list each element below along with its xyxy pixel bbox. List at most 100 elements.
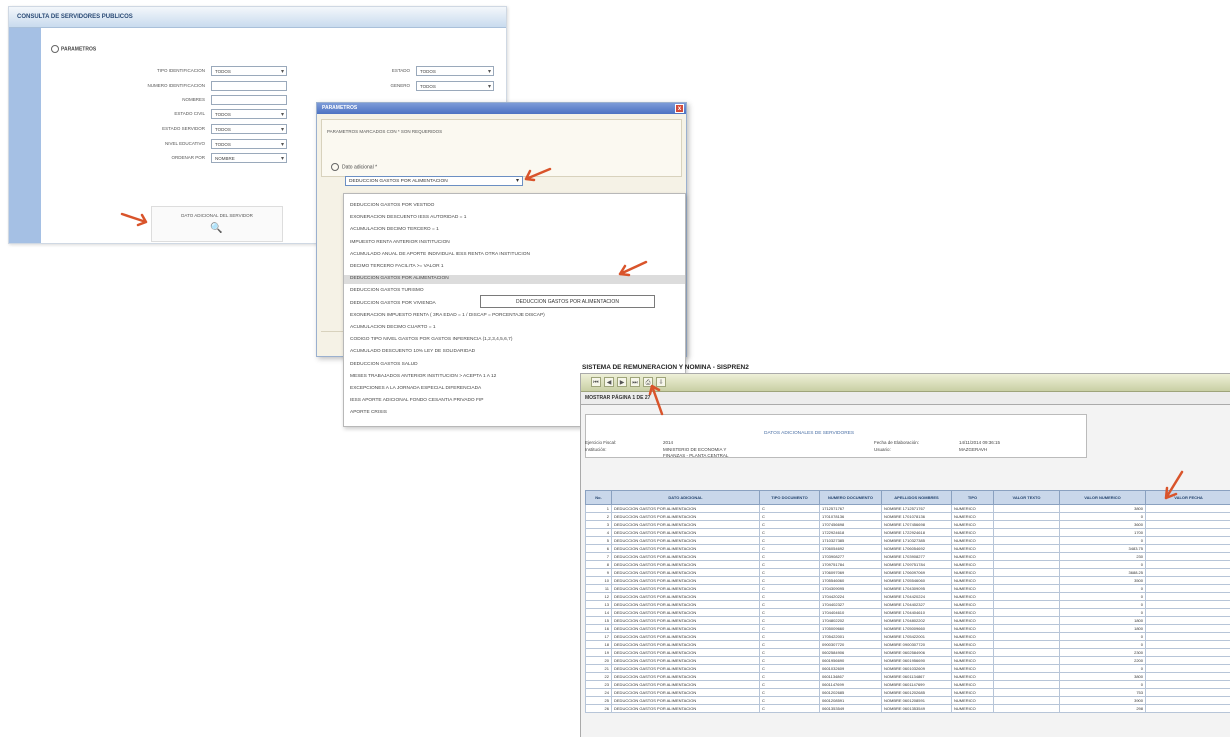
table-cell: C — [760, 601, 820, 609]
field-select[interactable]: TODOS — [211, 109, 287, 119]
dropdown-option[interactable]: EXONERACION DESCUENTO IESS AUTORIDAD = 1 — [350, 214, 466, 222]
table-cell — [1146, 521, 1230, 529]
dropdown-option[interactable]: DEDUCCION GASTOS SALUD — [350, 361, 418, 369]
table-row: 16DEDUCCION GASTOS POR ALIMENTACIONC1705… — [586, 625, 1230, 633]
table-cell: NOMBRE 1704420224 — [882, 593, 952, 601]
page-label: MOSTRAR PÁGINA — [585, 395, 631, 401]
field-input[interactable] — [211, 95, 287, 105]
table-cell: 3483.75 — [1060, 545, 1146, 553]
dropdown-option[interactable]: DEDUCCION GASTOS POR VESTIDO — [350, 202, 434, 210]
page-current[interactable]: 1 — [632, 395, 635, 401]
field-select[interactable]: NOMBRE — [211, 153, 287, 163]
table-cell: 1700 — [1060, 529, 1146, 537]
table-cell: 0602584906 — [820, 649, 882, 657]
dropdown-option[interactable]: EXCEPCIONES A LA JORNADA ESPECIAL DIFERE… — [350, 385, 481, 393]
table-cell — [1146, 593, 1230, 601]
table-cell: DEDUCCION GASTOS POR ALIMENTACION — [612, 529, 760, 537]
dropdown-option[interactable]: ACUMULADO DESCUENTO 10% LEY DE SOLIDARID… — [350, 348, 475, 356]
dropdown-option[interactable]: DECIMO TERCERO FACILITA >= VALOR 1 — [350, 263, 444, 271]
table-cell — [994, 633, 1060, 641]
table-row: 20DEDUCCION GASTOS POR ALIMENTACIONC0601… — [586, 657, 1230, 665]
table-cell — [994, 521, 1060, 529]
table-cell: DEDUCCION GASTOS POR ALIMENTACION — [612, 657, 760, 665]
table-cell — [994, 545, 1060, 553]
collapse-icon[interactable] — [331, 163, 339, 171]
dropdown-option[interactable]: ACUMULACION DECIMO CUARTO = 1 — [350, 324, 436, 332]
table-cell: DEDUCCION GASTOS POR ALIMENTACION — [612, 593, 760, 601]
table-row: 23DEDUCCION GASTOS POR ALIMENTACIONC0601… — [586, 681, 1230, 689]
last-page-icon[interactable]: ⏭ — [630, 377, 640, 387]
table-cell: 19 — [586, 649, 612, 657]
dropdown-option[interactable]: EXONERACION IMPUESTO RENTA ( 3RA EDAD = … — [350, 312, 545, 320]
table-row: 1DEDUCCION GASTOS POR ALIMENTACIONC17125… — [586, 505, 1230, 513]
field-label: ORDENAR POR — [171, 152, 205, 164]
field-select[interactable]: TODOS — [416, 81, 494, 91]
close-icon[interactable]: x — [675, 104, 684, 113]
dropdown-option[interactable]: CODIGO TIPO NIVEL GASTOS POR GASTOS INFE… — [350, 336, 512, 344]
first-page-icon[interactable]: ⏮ — [591, 377, 601, 387]
table-cell: C — [760, 609, 820, 617]
search-icon[interactable]: 🔍 — [210, 223, 222, 234]
column-header: VALOR NUMERICO — [1060, 491, 1146, 505]
table-cell — [994, 577, 1060, 585]
table-cell — [1146, 697, 1230, 705]
field-select[interactable]: TODOS — [211, 139, 287, 149]
table-cell: 1705546060 — [820, 577, 882, 585]
dato-adicional-select[interactable]: DEDUCCION GASTOS POR ALIMENTACION — [345, 176, 523, 186]
dato-adicional-box[interactable]: DATO ADICIONAL DEL SERVIDOR 🔍 — [151, 206, 283, 242]
field-select[interactable]: TODOS — [416, 66, 494, 76]
table-cell: NUMERICO — [952, 673, 994, 681]
table-cell: NOMBRE 1705009660 — [882, 625, 952, 633]
dropdown-option[interactable]: MESES TRABAJADOS ANTERIOR INSTITUCION > … — [350, 373, 496, 381]
table-cell — [994, 681, 1060, 689]
table-cell — [994, 601, 1060, 609]
page-of-label: DE — [637, 395, 644, 401]
dropdown-option[interactable]: DEDUCCION GASTOS TURISMO — [350, 287, 424, 295]
table-cell: 5 — [586, 537, 612, 545]
table-cell: DEDUCCION GASTOS POR ALIMENTACION — [612, 585, 760, 593]
table-cell — [994, 625, 1060, 633]
dropdown-option[interactable]: ACUMULACION DECIMO TERCERO = 1 — [350, 226, 439, 234]
table-cell: NOMBRE 1704404610 — [882, 609, 952, 617]
table-cell: 1704802202 — [820, 617, 882, 625]
table-cell — [994, 697, 1060, 705]
table-cell: NUMERICO — [952, 593, 994, 601]
table-cell: NUMERICO — [952, 617, 994, 625]
table-cell: NOMBRE 0601956690 — [882, 657, 952, 665]
table-cell: 1706054692 — [820, 545, 882, 553]
table-cell — [994, 641, 1060, 649]
table-cell: C — [760, 617, 820, 625]
table-cell — [994, 529, 1060, 537]
dropdown-option[interactable]: IESS APORTE ADICIONAL FONDO CESANTIA PRI… — [350, 397, 483, 405]
collapse-icon[interactable] — [51, 45, 59, 53]
dropdown-option[interactable]: IMPUESTO RENTA ANTERIOR INSTITUCION — [350, 239, 450, 247]
dropdown-option[interactable]: DEDUCCION GASTOS POR VIVIENDA — [350, 300, 436, 308]
table-cell: C — [760, 561, 820, 569]
table-cell: NUMERICO — [952, 529, 994, 537]
table-cell — [1146, 513, 1230, 521]
prev-page-icon[interactable]: ◀ — [604, 377, 614, 387]
table-cell: 0 — [1060, 601, 1146, 609]
field-label: ESTADO — [392, 65, 410, 77]
table-cell — [994, 569, 1060, 577]
table-cell: DEDUCCION GASTOS POR ALIMENTACION — [612, 609, 760, 617]
field-select[interactable]: TODOS — [211, 66, 287, 76]
report-title: DATOS ADICIONALES DE SERVIDORES — [764, 431, 854, 436]
table-row: 26DEDUCCION GASTOS POR ALIMENTACIONC0601… — [586, 705, 1230, 713]
table-cell: 0 — [1060, 537, 1146, 545]
table-cell: NOMBRE 1704309095 — [882, 585, 952, 593]
dropdown-option[interactable]: DEDUCCION GASTOS POR ALIMENTACION — [350, 275, 449, 283]
arrow-icon — [646, 380, 668, 416]
table-cell: NOMBRE 1709751784 — [882, 561, 952, 569]
table-cell: 24 — [586, 689, 612, 697]
field-input[interactable] — [211, 81, 287, 91]
usuario-label: Usuario: — [874, 447, 891, 452]
dropdown-option[interactable]: APORTE CRISIS — [350, 409, 387, 417]
table-cell: C — [760, 681, 820, 689]
table-cell: 0601956690 — [820, 657, 882, 665]
table-cell: NOMBRE 0601353549 — [882, 705, 952, 713]
table-row: 22DEDUCCION GASTOS POR ALIMENTACIONC0601… — [586, 673, 1230, 681]
next-page-icon[interactable]: ▶ — [617, 377, 627, 387]
field-select[interactable]: TODOS — [211, 124, 287, 134]
dropdown-option[interactable]: ACUMULADO ANUAL DE APORTE INDIVIDUAL IES… — [350, 251, 530, 259]
